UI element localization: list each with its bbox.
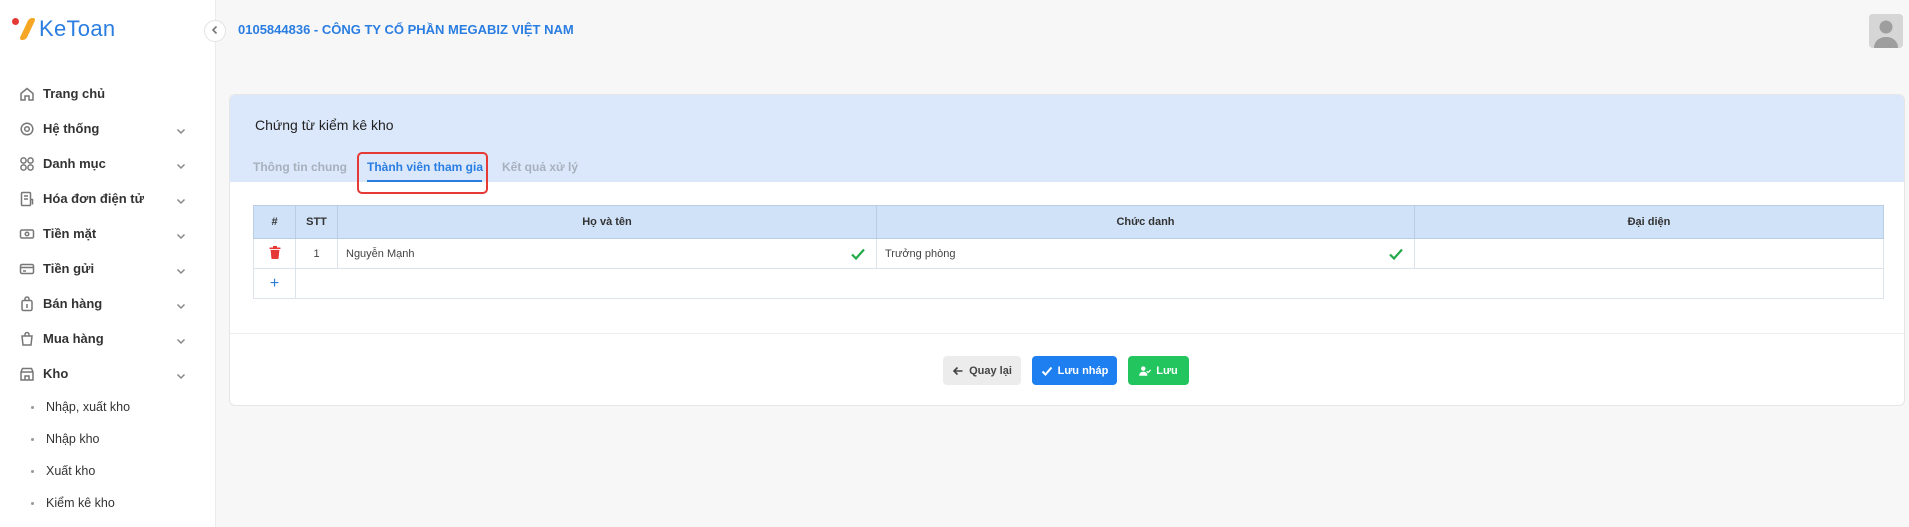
sidebar-item-danh-muc[interactable]: Danh mục [0,146,216,181]
back-button[interactable]: Quay lại [943,356,1021,385]
members-table-wrap: # STT Họ và tên Chức danh Đại diện 1 Ngu… [253,205,1884,299]
save-button[interactable]: Lưu [1128,356,1189,385]
sidebar-item-hoa-don[interactable]: Hóa đơn điện tử [0,181,216,216]
save-draft-button-label: Lưu nháp [1057,364,1109,377]
grid-icon [19,156,35,172]
top-header: 0105844836 - CÔNG TY CỔ PHẦN MEGABIZ VIỆ… [217,0,1909,60]
column-header-title: Chức danh [876,205,1415,239]
gear-icon [19,121,35,137]
sidebar-item-tien-mat[interactable]: Tiền mặt [0,216,216,251]
table-row: 1 Nguyễn Mạnh Trưởng phòng [253,238,1884,269]
column-header-name: Họ và tên [337,205,877,239]
warehouse-icon [19,366,35,382]
card-header: Chứng từ kiểm kê kho Thông tin chung Thà… [230,95,1904,194]
inventory-check-card: Chứng từ kiểm kê kho Thông tin chung Thà… [229,94,1905,406]
check-icon [1041,366,1052,376]
page-title: Chứng từ kiểm kê kho [255,117,394,133]
sidebar-item-label: Trang chủ [43,86,106,101]
plus-icon[interactable]: + [270,275,279,292]
logo-slash-icon [18,18,37,40]
sidebar-item-ban-hang[interactable]: Bán hàng [0,286,216,321]
sidebar-subitem-nhap-kho[interactable]: Nhập kho [0,423,216,455]
check-icon [1388,246,1404,262]
add-row-cell: + [253,268,296,299]
bag-icon [19,295,35,312]
sidebar-item-label: Hệ thống [43,121,100,136]
cell-title[interactable]: Trưởng phòng [876,238,1415,269]
sidebar-item-kho[interactable]: Kho [0,356,216,391]
sidebar-subitem-nhap-xuat-kho[interactable]: Nhập, xuất kho [0,391,216,423]
column-header-stt: STT [295,205,338,239]
bullet-icon [31,405,34,409]
cell-stt: 1 [295,238,338,269]
sidebar-collapse-button[interactable] [204,20,226,42]
avatar[interactable] [1869,14,1903,48]
brand-name: KeToan [39,16,116,41]
sidebar-subitem-label: Nhập kho [46,432,100,446]
save-button-label: Lưu [1156,364,1178,377]
home-icon [19,86,35,102]
sidebar-item-label: Tiền mặt [43,226,97,241]
cell-name-value: Nguyễn Mạnh [346,247,415,260]
cart-icon [19,331,35,347]
company-title: 0105844836 - CÔNG TY CỔ PHẦN MEGABIZ VIỆ… [238,22,574,37]
check-icon [850,246,866,262]
tab-thong-tin-chung[interactable]: Thông tin chung [253,160,347,174]
sidebar-item-label: Danh mục [43,156,106,171]
table-header-row: # STT Họ và tên Chức danh Đại diện [253,205,1884,239]
sidebar-subitem-xuat-kho[interactable]: Xuất kho [0,455,216,487]
brand-logo[interactable]: KeToan [12,14,115,44]
sidebar-item-label: Tiền gửi [43,261,95,276]
sidebar-subitem-label: Xuất kho [46,464,96,478]
invoice-icon [19,191,35,207]
members-table: # STT Họ và tên Chức danh Đại diện 1 Ngu… [253,205,1884,299]
logo-dot-icon [12,18,19,25]
active-tab-indicator [367,180,482,182]
chevron-down-icon [176,263,186,275]
chevron-down-icon [176,298,186,310]
user-avatar-icon [1869,14,1903,48]
bullet-icon [31,501,34,505]
bullet-icon [31,469,34,473]
sidebar: KeToan Trang chủ Hệ thống Danh mục Hóa đ… [0,0,216,527]
chevron-down-icon [176,228,186,240]
sidebar-subitem-label: Kiểm kê kho [46,496,115,510]
sidebar-item-label: Bán hàng [43,296,103,311]
sidebar-item-label: Mua hàng [43,331,104,346]
card-icon [19,261,35,277]
cell-title-value: Trưởng phòng [885,247,956,260]
chevron-left-icon [210,22,220,40]
cash-icon [19,226,35,242]
row-actions [253,238,296,269]
sidebar-subitem-label: Nhập, xuất kho [46,400,131,414]
sidebar-item-trang-chu[interactable]: Trang chủ [0,76,216,111]
chevron-down-icon [176,193,186,205]
save-draft-button[interactable]: Lưu nháp [1032,356,1117,385]
chevron-down-icon [176,368,186,380]
trash-icon[interactable] [269,245,281,262]
divider [230,333,1904,334]
sidebar-item-he-thong[interactable]: Hệ thống [0,111,216,146]
column-header-index: # [253,205,296,239]
sidebar-subitem-kiem-ke-kho[interactable]: Kiểm kê kho [0,487,216,519]
cell-name[interactable]: Nguyễn Mạnh [337,238,877,269]
arrow-left-icon [952,366,963,375]
sidebar-item-label: Kho [43,366,69,381]
chevron-down-icon [176,333,186,345]
back-button-label: Quay lại [969,364,1012,377]
column-header-representative: Đại diện [1414,205,1884,239]
chevron-down-icon [176,158,186,170]
sidebar-item-mua-hang[interactable]: Mua hàng [0,321,216,356]
add-row-empty [295,268,1884,299]
chevron-down-icon [176,123,186,135]
bullet-icon [31,437,34,441]
add-row: + [253,268,1884,299]
sidebar-menu: Trang chủ Hệ thống Danh mục Hóa đơn điện… [0,76,216,519]
sidebar-item-tien-gui[interactable]: Tiền gửi [0,251,216,286]
user-check-icon [1139,365,1152,376]
tab-thanh-vien-tham-gia[interactable]: Thành viên tham gia [367,160,483,174]
sidebar-item-label: Hóa đơn điện tử [43,191,144,206]
cell-representative[interactable] [1414,238,1884,269]
tab-ket-qua-xu-ly[interactable]: Kết quả xử lý [502,160,578,174]
